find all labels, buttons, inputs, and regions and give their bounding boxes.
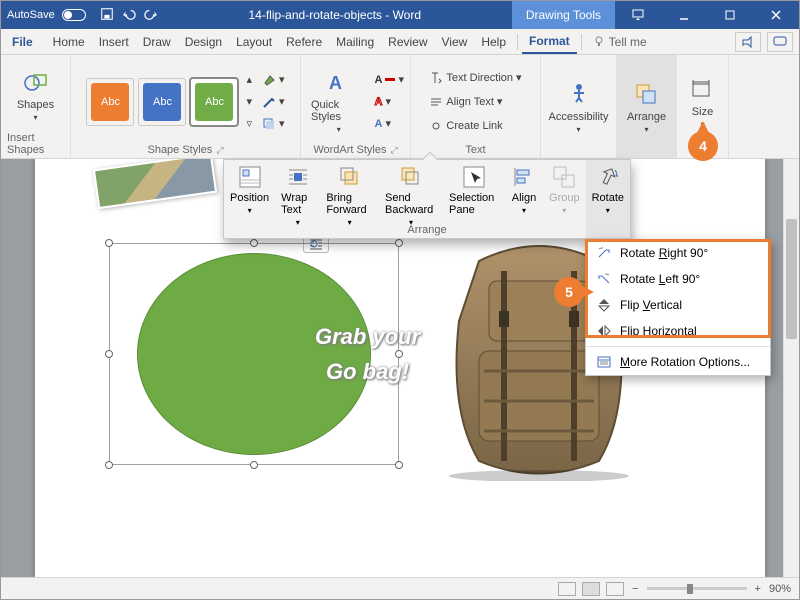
- shape-styles-launcher[interactable]: ⤢: [216, 145, 223, 156]
- zoom-out[interactable]: −: [632, 583, 638, 595]
- redo-icon[interactable]: [144, 7, 158, 24]
- shape-style-2[interactable]: Abc: [138, 78, 186, 126]
- zoom-level[interactable]: 90%: [769, 583, 791, 595]
- zoom-slider[interactable]: [647, 587, 747, 590]
- callout-5: 5: [554, 277, 584, 307]
- text-fill-button[interactable]: A▾: [375, 70, 404, 90]
- tab-help[interactable]: Help: [474, 29, 513, 54]
- shape-style-3[interactable]: Abc: [190, 78, 238, 126]
- autosave-toggle[interactable]: [62, 9, 86, 21]
- quick-styles-button[interactable]: A Quick Styles▾: [307, 67, 371, 136]
- document-title: 14-flip-and-rotate-objects - Word: [158, 8, 512, 22]
- group-label-wordart: WordArt Styles: [313, 144, 386, 156]
- flip-vertical[interactable]: Flip Vertical: [586, 292, 770, 318]
- photo[interactable]: [93, 159, 217, 209]
- view-buttons[interactable]: [558, 582, 624, 596]
- group-label-shape-styles: Shape Styles: [147, 144, 212, 156]
- tab-mailings[interactable]: Mailing: [329, 29, 381, 54]
- arrange-button[interactable]: Arrange▾: [623, 79, 670, 136]
- save-icon[interactable]: [100, 7, 114, 24]
- align-text-button[interactable]: Align Text▾: [429, 92, 521, 112]
- text-effects-button[interactable]: A▾: [375, 114, 404, 134]
- zoom-in[interactable]: +: [755, 583, 761, 595]
- callout-4: 4: [688, 131, 718, 161]
- tab-file[interactable]: File: [5, 29, 40, 54]
- shapes-button[interactable]: Shapes ▾: [13, 67, 58, 124]
- text-direction-button[interactable]: Text Direction▾: [429, 68, 521, 88]
- gallery-more-icon[interactable]: ▿: [246, 114, 252, 134]
- tab-layout[interactable]: Layout: [229, 29, 279, 54]
- arrange-group-label: Arrange: [407, 224, 446, 236]
- position-button[interactable]: Position▾: [224, 160, 275, 238]
- drawing-tools-tab[interactable]: Drawing Tools: [512, 1, 615, 29]
- vertical-scrollbar[interactable]: [783, 159, 799, 577]
- ribbon-tabs: File Home Insert Draw Design Layout Refe…: [1, 29, 799, 55]
- lightbulb-icon: [593, 36, 605, 48]
- shape-style-1[interactable]: Abc: [86, 78, 134, 126]
- tab-insert[interactable]: Insert: [92, 29, 136, 54]
- selection-pane-button[interactable]: Selection Pane: [443, 160, 505, 238]
- arrange-flyout: Position▾ Wrap Text▾ Bring Forward▾ Send…: [223, 159, 631, 239]
- tab-format[interactable]: Format: [522, 29, 577, 54]
- wordart-launcher[interactable]: ⤢: [390, 145, 397, 156]
- rotate-button[interactable]: Rotate▾: [586, 160, 630, 238]
- flip-horizontal-icon: [596, 323, 612, 339]
- status-bar: − + 90%: [1, 577, 799, 599]
- share-button[interactable]: [735, 32, 761, 52]
- shape-effects-button[interactable]: ▾: [262, 114, 285, 134]
- tell-me[interactable]: Tell me: [586, 29, 654, 54]
- tab-home[interactable]: Home: [46, 29, 92, 54]
- wrap-text-button[interactable]: Wrap Text▾: [275, 160, 320, 238]
- decorative-text: Grab yourGo bag!: [315, 319, 420, 389]
- title-bar: AutoSave 14-flip-and-rotate-objects - Wo…: [1, 1, 799, 29]
- flip-vertical-icon: [596, 297, 612, 313]
- comments-button[interactable]: [767, 32, 793, 52]
- minimize-icon[interactable]: [661, 1, 707, 29]
- tab-view[interactable]: View: [435, 29, 475, 54]
- more-rotation-options[interactable]: More Rotation Options...: [586, 349, 770, 375]
- shape-fill-button[interactable]: ▾: [262, 70, 285, 90]
- tab-draw[interactable]: Draw: [136, 29, 178, 54]
- rotate-left-90[interactable]: Rotate Left 90°: [586, 266, 770, 292]
- group-label-text: Text: [465, 144, 485, 156]
- tab-references[interactable]: Refere: [279, 29, 329, 54]
- autosave-label: AutoSave: [7, 9, 55, 21]
- rotate-menu: Rotate Right 90° Rotate Left 90° Flip Ve…: [585, 239, 771, 376]
- svg-text:A: A: [329, 73, 342, 93]
- align-button[interactable]: Align▾: [505, 160, 543, 238]
- group-button: Group▾: [543, 160, 586, 238]
- ribbon-options-icon[interactable]: [615, 1, 661, 29]
- tab-review[interactable]: Review: [381, 29, 434, 54]
- maximize-icon[interactable]: [707, 1, 753, 29]
- gallery-up-icon[interactable]: ▴: [246, 70, 252, 90]
- quick-access-toolbar: [100, 7, 158, 24]
- close-icon[interactable]: [753, 1, 799, 29]
- create-link-button[interactable]: Create Link: [429, 116, 521, 136]
- window-controls: [615, 1, 799, 29]
- rotate-left-icon: [596, 271, 612, 287]
- text-outline-button[interactable]: A▾: [375, 92, 404, 112]
- tell-me-label: Tell me: [609, 35, 647, 49]
- tab-design[interactable]: Design: [178, 29, 229, 54]
- rotate-right-90[interactable]: Rotate Right 90°: [586, 240, 770, 266]
- rotate-right-icon: [596, 245, 612, 261]
- bring-forward-button[interactable]: Bring Forward▾: [320, 160, 379, 238]
- shape-outline-button[interactable]: ▾: [262, 92, 285, 112]
- ribbon: Shapes ▾ Insert Shapes Abc Abc Abc ▴ ▾ ▿…: [1, 55, 799, 159]
- flip-horizontal[interactable]: Flip Horizontal: [586, 318, 770, 344]
- undo-icon[interactable]: [122, 7, 136, 24]
- dialog-icon: [596, 354, 612, 370]
- gallery-down-icon[interactable]: ▾: [246, 92, 252, 112]
- group-label-insert-shapes: Insert Shapes: [7, 132, 64, 156]
- accessibility-button[interactable]: Accessibility▾: [545, 79, 613, 136]
